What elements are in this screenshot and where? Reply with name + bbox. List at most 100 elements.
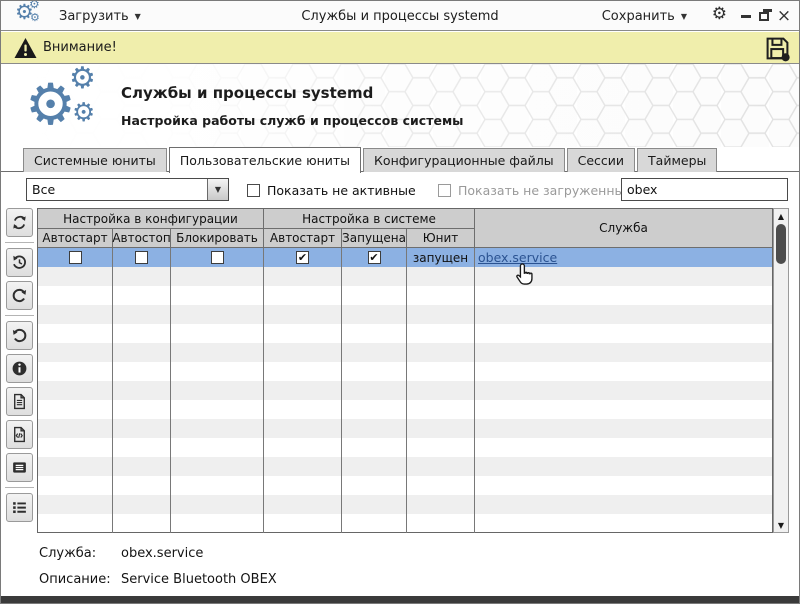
scope-dropdown[interactable]: Все ▼ [26, 178, 229, 201]
undo-button[interactable] [6, 321, 33, 350]
chevron-down-icon: ▼ [681, 12, 687, 21]
tab-config-files[interactable]: Конфигурационные файлы [363, 148, 565, 172]
empty-cell [264, 514, 342, 533]
app-logo-gears-icon: ⚙ ⚙ ⚙ [25, 70, 113, 142]
table-row[interactable] [38, 362, 772, 381]
table-row[interactable] [38, 305, 772, 324]
empty-cell [264, 362, 342, 381]
empty-cell [171, 438, 264, 457]
checkbox-icon[interactable] [135, 251, 148, 264]
table-row-selected[interactable]: ✔ ✔ запущен obex.service [38, 248, 772, 267]
table-row[interactable] [38, 381, 772, 400]
empty-cell [38, 343, 113, 362]
table-row[interactable] [38, 495, 772, 514]
close-button[interactable]: × [775, 1, 793, 31]
scroll-down-icon[interactable]: ▼ [774, 519, 788, 531]
close-icon: × [777, 8, 791, 25]
history-restore-button[interactable] [6, 248, 33, 277]
info-icon [11, 360, 28, 377]
empty-cell [264, 343, 342, 362]
table-body-empty [38, 267, 772, 533]
show-inactive-checkbox[interactable]: Показать не активные [247, 183, 416, 198]
journal-button[interactable] [6, 453, 33, 482]
empty-cell [264, 324, 342, 343]
checkbox-icon[interactable] [211, 251, 224, 264]
tab-system-units[interactable]: Системные юниты [23, 148, 167, 172]
empty-cell [171, 305, 264, 324]
checkbox-icon[interactable]: ✔ [368, 251, 381, 264]
tab-bar: Системные юниты Пользовательские юниты К… [23, 147, 719, 172]
table-row[interactable] [38, 457, 772, 476]
empty-cell [342, 343, 407, 362]
empty-cell [475, 286, 772, 305]
info-button[interactable] [6, 354, 33, 383]
cell-system-running: ✔ [342, 248, 407, 267]
redo-icon [11, 287, 28, 304]
empty-cell [171, 400, 264, 419]
column-header-autostart-config[interactable]: Автостарт [38, 229, 113, 248]
empty-cell [113, 400, 171, 419]
vertical-scrollbar[interactable]: ▲ ▼ [773, 208, 789, 533]
table-row[interactable] [38, 514, 772, 533]
minimize-button[interactable] [737, 1, 755, 31]
column-header-block[interactable]: Блокировать [171, 229, 264, 248]
table-row[interactable] [38, 400, 772, 419]
maximize-button[interactable] [755, 1, 773, 31]
refresh-button[interactable] [6, 208, 33, 237]
bullet-list-icon [11, 499, 28, 516]
checkbox-icon[interactable] [69, 251, 82, 264]
empty-cell [407, 438, 475, 457]
table-row[interactable] [38, 476, 772, 495]
tab-user-units[interactable]: Пользовательские юниты [169, 147, 361, 173]
column-header-autostart-system[interactable]: Автостарт [264, 229, 342, 248]
checkbox-icon[interactable] [247, 184, 260, 197]
empty-cell [475, 457, 772, 476]
empty-cell [38, 362, 113, 381]
empty-cell [264, 438, 342, 457]
dropdown-arrow-button[interactable]: ▼ [207, 179, 228, 200]
scrollbar-thumb[interactable] [776, 224, 786, 264]
save-menu-button[interactable]: Сохранить ▼ [602, 1, 687, 31]
tab-sessions[interactable]: Сессии [567, 148, 635, 172]
table-row[interactable] [38, 286, 772, 305]
view-file-button[interactable] [6, 387, 33, 416]
gear-icon: ⚙ [69, 64, 96, 96]
table-row[interactable] [38, 324, 772, 343]
history-restore-icon [11, 254, 28, 271]
column-header-running[interactable]: Запущена [342, 229, 407, 248]
dependencies-button[interactable] [6, 493, 33, 522]
table-row[interactable] [38, 419, 772, 438]
search-input[interactable] [621, 178, 788, 201]
table-row[interactable] [38, 438, 772, 457]
checkbox-icon[interactable]: ✔ [296, 251, 309, 264]
column-header-unit[interactable]: Юнит [407, 229, 475, 248]
edit-config-button[interactable] [6, 420, 33, 449]
column-header-service[interactable]: Служба [475, 209, 772, 248]
settings-gear-icon[interactable]: ⚙ [712, 4, 727, 24]
redo-button[interactable] [6, 281, 33, 310]
app-window: ⚙ ⚙ ⚙ Загрузить ▼ Службы и процессы syst… [0, 0, 800, 604]
checkbox-icon[interactable] [438, 184, 451, 197]
show-unloaded-checkbox[interactable]: Показать не загруженные [438, 183, 632, 198]
empty-cell [113, 438, 171, 457]
tab-timers[interactable]: Таймеры [637, 148, 717, 172]
empty-cell [171, 343, 264, 362]
save-file-icon[interactable] [764, 35, 791, 62]
column-group-config[interactable]: Настройка в конфигурации [38, 209, 264, 229]
column-header-autostop[interactable]: Автостоп [113, 229, 171, 248]
cell-config-autostop [113, 248, 171, 267]
empty-cell [342, 267, 407, 286]
page-title: Службы и процессы systemd [121, 84, 373, 102]
empty-cell [113, 476, 171, 495]
empty-cell [264, 476, 342, 495]
column-group-system[interactable]: Настройка в системе [264, 209, 475, 229]
empty-cell [342, 419, 407, 438]
empty-cell [113, 324, 171, 343]
empty-cell [342, 476, 407, 495]
empty-cell [475, 419, 772, 438]
table-row[interactable] [38, 343, 772, 362]
empty-cell [264, 457, 342, 476]
scroll-up-icon[interactable]: ▲ [774, 210, 788, 222]
table-row[interactable] [38, 267, 772, 286]
empty-cell [113, 267, 171, 286]
